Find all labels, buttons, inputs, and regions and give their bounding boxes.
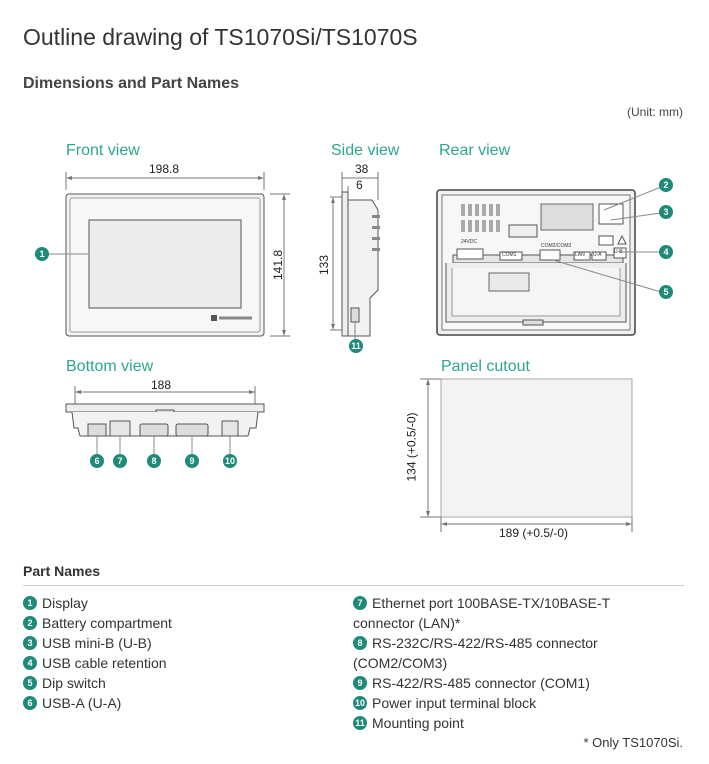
list-item: 4 USB cable retention (23, 653, 167, 673)
dim-bottom-width: 188 (151, 378, 172, 392)
callout-8: 8 (147, 454, 161, 468)
part-number-badge: 11 (353, 716, 367, 731)
part-number-badge: 4 (23, 656, 37, 671)
list-item: 2 Battery compartment (23, 613, 172, 633)
rear-label-ub: U-B (614, 249, 623, 255)
part-name: USB-A (U-A) (42, 695, 122, 711)
rear-view-drawing (436, 186, 662, 336)
part-number-badge: 7 (353, 596, 367, 611)
side-view-drawing (330, 172, 380, 340)
dim-side-depth: 38 (355, 162, 369, 176)
part-name: Mounting point (372, 715, 464, 731)
callout-4: 4 (659, 245, 673, 259)
callout-1: 1 (35, 247, 49, 261)
part-number-badge: 3 (23, 636, 37, 651)
dim-side-height: 133 (317, 254, 332, 276)
callout-10: 10 (223, 454, 237, 468)
callout-11: 11 (349, 339, 363, 353)
list-item: 7 Ethernet port 100BASE-TX/10BASE-T conne… (353, 593, 638, 633)
rear-label-lan: LAN (575, 252, 585, 258)
list-item: 11 Mounting point (353, 713, 464, 733)
part-number-badge: 5 (23, 676, 37, 691)
part-number-badge: 10 (353, 696, 367, 711)
part-name: RS-422/RS-485 connector (COM1) (372, 675, 590, 691)
list-item: 1 Display (23, 593, 88, 613)
panel-cutout-drawing (420, 378, 633, 532)
rear-label-com23: COM2/COM3 (541, 243, 572, 249)
part-names-heading: Part Names (23, 563, 101, 579)
part-number-badge: 2 (23, 616, 37, 631)
part-name: Display (42, 595, 88, 611)
list-item: 9 RS-422/RS-485 connector (COM1) (353, 673, 590, 693)
callout-7: 7 (113, 454, 127, 468)
dim-side-bezel: 6 (356, 178, 363, 192)
part-number-badge: 1 (23, 596, 37, 611)
dim-front-width: 198.8 (149, 162, 180, 176)
dim-cutout-height: 134 (+0.5/-0) (404, 412, 419, 482)
list-item: 3 USB mini-B (U-B) (23, 633, 152, 653)
list-item: 6 USB-A (U-A) (23, 693, 121, 713)
footnote: * Only TS1070Si. (583, 735, 683, 750)
part-number-badge: 6 (23, 696, 37, 711)
rear-label-dc: 24VDC (461, 239, 478, 245)
bottom-view-drawing (65, 386, 265, 455)
list-item: 10 Power input terminal block (353, 693, 536, 713)
dim-front-height: 141.8 (271, 249, 286, 281)
part-name: USB mini-B (U-B) (42, 635, 152, 651)
callout-6: 6 (90, 454, 104, 468)
part-number-badge: 8 (353, 636, 367, 651)
part-name: RS-232C/RS-422/RS-485 connector (COM2/CO… (353, 635, 598, 671)
front-view-drawing (41, 172, 290, 337)
callout-9: 9 (185, 454, 199, 468)
part-name: Battery compartment (42, 615, 172, 631)
part-name: Ethernet port 100BASE-TX/10BASE-T connec… (353, 595, 610, 631)
divider (23, 585, 684, 586)
callout-3: 3 (659, 205, 673, 219)
part-name: Dip switch (42, 675, 106, 691)
callout-2: 2 (659, 178, 673, 192)
callout-5: 5 (659, 285, 673, 299)
dim-cutout-width: 189 (+0.5/-0) (499, 526, 569, 540)
part-name: Power input terminal block (372, 695, 537, 711)
part-number-badge: 9 (353, 676, 367, 691)
rear-label-ua: U-A (593, 252, 602, 258)
part-name: USB cable retention (42, 655, 167, 671)
list-item: 8 RS-232C/RS-422/RS-485 connector (COM2/C… (353, 633, 638, 673)
rear-label-com1: COM1 (502, 252, 517, 258)
list-item: 5 Dip switch (23, 673, 106, 693)
